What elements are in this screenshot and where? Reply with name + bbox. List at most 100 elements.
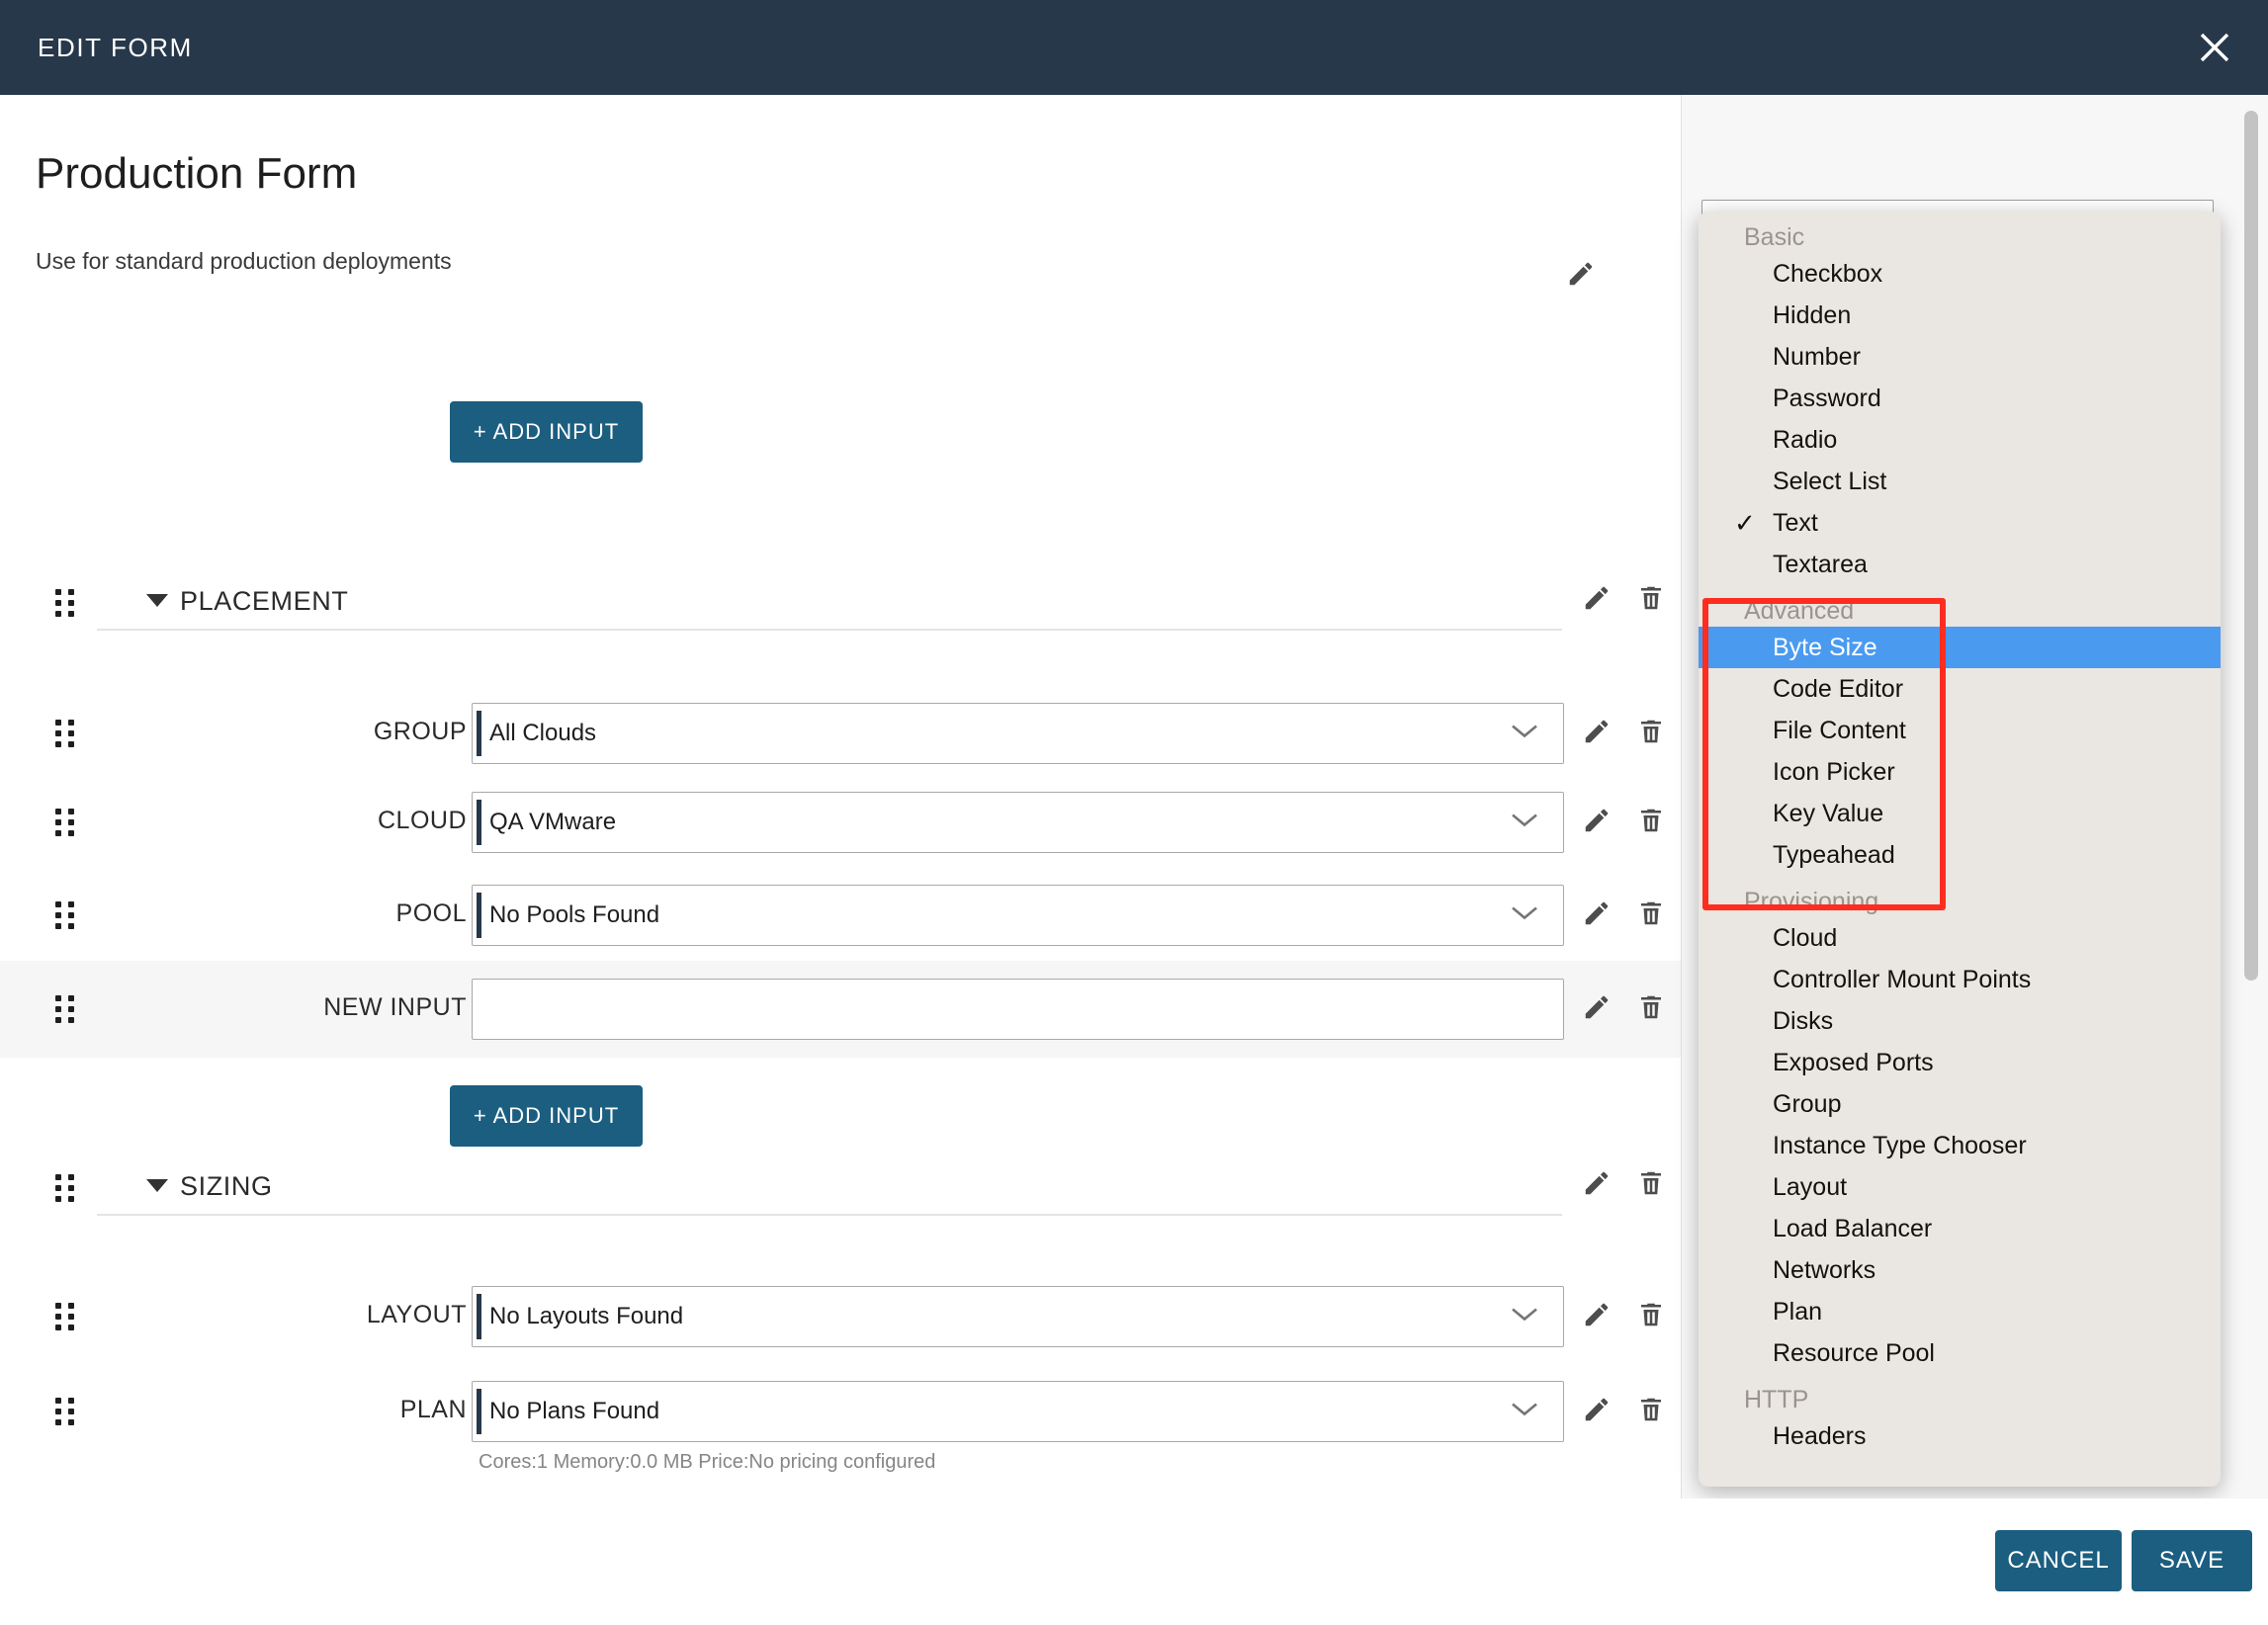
dropdown-item-select-list[interactable]: Select List	[1699, 461, 2221, 502]
select-pool-value: No Pools Found	[489, 901, 660, 928]
field-type-dropdown-menu[interactable]: Basic Checkbox Hidden Number Password Ra…	[1699, 212, 2221, 1487]
dropdown-item-checkbox[interactable]: Checkbox	[1699, 253, 2221, 295]
dropdown-item-file-content[interactable]: File Content	[1699, 710, 2221, 751]
chevron-down-icon[interactable]	[146, 1179, 168, 1192]
dropdown-item-password[interactable]: Password	[1699, 378, 2221, 419]
edit-field-pencil-icon[interactable]	[1582, 898, 1612, 933]
field-label-plan: PLAN	[399, 1396, 467, 1423]
dropdown-item-disks[interactable]: Disks	[1699, 1000, 2221, 1042]
drag-handle-icon[interactable]	[55, 809, 77, 836]
select-plan[interactable]: No Plans Found	[472, 1381, 1564, 1442]
drag-handle-icon[interactable]	[55, 1398, 77, 1425]
dropdown-item-radio[interactable]: Radio	[1699, 419, 2221, 461]
field-row-layout: LAYOUT No Layouts Found	[0, 1269, 1681, 1364]
text-input-new-input[interactable]	[472, 979, 1564, 1040]
field-row-new-input: NEW INPUT	[0, 961, 1681, 1058]
modal-body: Production Form Use for standard product…	[0, 95, 2268, 1625]
drag-handle-icon[interactable]	[55, 589, 77, 617]
edit-field-pencil-icon[interactable]	[1582, 1395, 1612, 1429]
add-input-button-placement[interactable]: + ADD INPUT	[450, 401, 643, 463]
drag-handle-icon[interactable]	[55, 1303, 77, 1330]
add-input-button-sizing[interactable]: + ADD INPUT	[450, 1085, 643, 1147]
plan-specs-hint: Cores:1 Memory:0.0 MB Price:No pricing c…	[479, 1451, 936, 1473]
modal-titlebar: EDIT FORM	[0, 0, 2268, 95]
field-marker	[477, 800, 481, 845]
delete-section-trash-icon[interactable]	[1636, 1168, 1666, 1203]
dropdown-item-hidden[interactable]: Hidden	[1699, 295, 2221, 336]
dropdown-item-resource-pool[interactable]: Resource Pool	[1699, 1332, 2221, 1374]
drag-handle-icon[interactable]	[55, 720, 77, 747]
section-title-sizing: SIZING	[180, 1171, 273, 1201]
delete-field-trash-icon[interactable]	[1636, 806, 1666, 840]
field-row-group: GROUP All Clouds	[0, 686, 1681, 781]
chevron-down-icon	[1510, 812, 1539, 834]
dropdown-item-icon-picker[interactable]: Icon Picker	[1699, 751, 2221, 793]
dropdown-item-key-value[interactable]: Key Value	[1699, 793, 2221, 834]
dropdown-item-code-editor[interactable]: Code Editor	[1699, 668, 2221, 710]
select-layout[interactable]: No Layouts Found	[472, 1286, 1564, 1347]
delete-field-trash-icon[interactable]	[1636, 898, 1666, 933]
delete-section-trash-icon[interactable]	[1636, 583, 1666, 618]
field-marker	[477, 711, 481, 756]
delete-field-trash-icon[interactable]	[1636, 992, 1666, 1027]
edit-form-name-pencil-icon[interactable]	[1566, 259, 1596, 294]
drag-handle-icon[interactable]	[55, 995, 77, 1023]
edit-form-modal: EDIT FORM Production Form Use for standa…	[0, 0, 2268, 1625]
close-icon[interactable]	[2187, 20, 2242, 75]
dropdown-item-instance-type-chooser[interactable]: Instance Type Chooser	[1699, 1125, 2221, 1166]
drag-handle-icon[interactable]	[55, 1174, 77, 1202]
chevron-down-icon	[1510, 904, 1539, 927]
edit-field-pencil-icon[interactable]	[1582, 1300, 1612, 1334]
dropdown-item-plan[interactable]: Plan	[1699, 1291, 2221, 1332]
select-cloud-value: QA VMware	[489, 809, 617, 835]
field-marker	[477, 893, 481, 938]
modal-title: EDIT FORM	[38, 32, 193, 62]
dropdown-item-exposed-ports[interactable]: Exposed Ports	[1699, 1042, 2221, 1083]
delete-field-trash-icon[interactable]	[1636, 717, 1666, 751]
chevron-down-icon	[1510, 1306, 1539, 1328]
dropdown-item-layout[interactable]: Layout	[1699, 1166, 2221, 1208]
field-label-cloud: CLOUD	[377, 807, 467, 834]
edit-section-pencil-icon[interactable]	[1582, 583, 1612, 618]
dropdown-item-typeahead[interactable]: Typeahead	[1699, 834, 2221, 876]
edit-section-pencil-icon[interactable]	[1582, 1168, 1612, 1203]
field-marker	[477, 1389, 481, 1434]
field-row-plan: PLAN No Plans Found Cores:1 Memory:0.0 M…	[0, 1364, 1681, 1493]
field-label-layout: LAYOUT	[366, 1301, 467, 1328]
dropdown-item-number[interactable]: Number	[1699, 336, 2221, 378]
delete-field-trash-icon[interactable]	[1636, 1395, 1666, 1429]
dropdown-item-cloud[interactable]: Cloud	[1699, 917, 2221, 959]
form-builder-pane: Production Form Use for standard product…	[0, 95, 1681, 1498]
save-button[interactable]: SAVE	[2132, 1530, 2252, 1591]
dropdown-item-group[interactable]: Group	[1699, 1083, 2221, 1125]
chevron-down-icon[interactable]	[146, 594, 168, 607]
delete-field-trash-icon[interactable]	[1636, 1300, 1666, 1334]
select-group[interactable]: All Clouds	[472, 703, 1564, 764]
dropdown-item-byte-size[interactable]: Byte Size	[1699, 627, 2221, 668]
dropdown-group-advanced: Advanced	[1744, 597, 1855, 625]
select-cloud[interactable]: QA VMware	[472, 792, 1564, 853]
form-description: Use for standard production deployments	[36, 248, 452, 274]
field-label-group: GROUP	[373, 718, 467, 745]
dropdown-group-basic: Basic	[1744, 223, 1805, 251]
dropdown-item-textarea[interactable]: Textarea	[1699, 544, 2221, 585]
select-plan-value: No Plans Found	[489, 1398, 660, 1424]
field-row-pool: POOL No Pools Found	[0, 868, 1681, 963]
field-marker	[477, 1294, 481, 1339]
drag-handle-icon[interactable]	[55, 901, 77, 929]
select-layout-value: No Layouts Found	[489, 1303, 684, 1329]
dropdown-item-networks[interactable]: Networks	[1699, 1249, 2221, 1291]
edit-field-pencil-icon[interactable]	[1582, 806, 1612, 840]
dropdown-item-load-balancer[interactable]: Load Balancer	[1699, 1208, 2221, 1249]
dropdown-group-provisioning: Provisioning	[1744, 888, 1879, 915]
cancel-button[interactable]: CANCEL	[1995, 1530, 2122, 1591]
dropdown-group-http: HTTP	[1744, 1386, 1809, 1413]
edit-field-pencil-icon[interactable]	[1582, 717, 1612, 751]
dropdown-item-text[interactable]: Text	[1699, 502, 2221, 544]
page-title: Production Form	[36, 149, 358, 198]
dropdown-item-headers[interactable]: Headers	[1699, 1415, 2221, 1457]
select-pool[interactable]: No Pools Found	[472, 885, 1564, 946]
edit-field-pencil-icon[interactable]	[1582, 992, 1612, 1027]
settings-scrollbar[interactable]	[2244, 111, 2258, 981]
dropdown-item-controller-mount-points[interactable]: Controller Mount Points	[1699, 959, 2221, 1000]
